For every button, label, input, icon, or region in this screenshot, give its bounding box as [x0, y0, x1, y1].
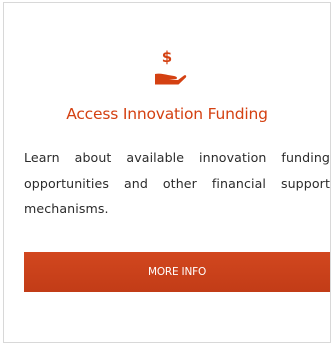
- card-title: Access Innovation Funding: [66, 105, 268, 123]
- more-info-button[interactable]: MORE INFO: [24, 252, 330, 292]
- hand-holding-dollar-icon: $: [155, 48, 187, 85]
- card-description: Learn about available innovation funding…: [24, 150, 330, 216]
- icon-container: $: [4, 47, 330, 87]
- funding-card: $ Access Innovation Funding Learn about …: [3, 2, 331, 343]
- svg-text:$: $: [162, 48, 172, 66]
